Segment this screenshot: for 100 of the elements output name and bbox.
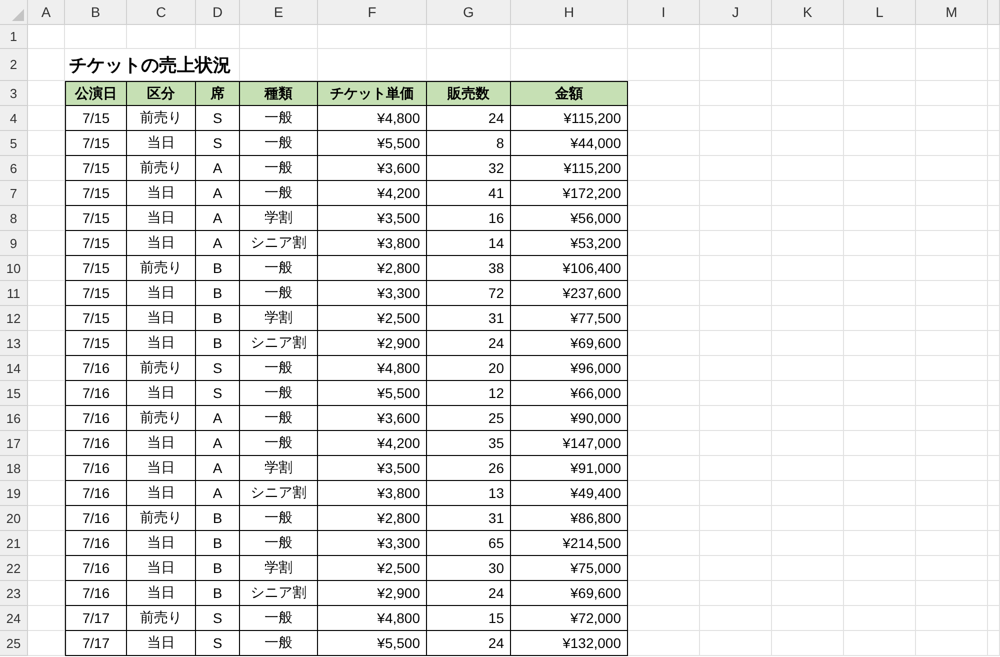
column-header[interactable]: H: [511, 0, 628, 25]
empty-cell[interactable]: [772, 281, 844, 306]
empty-cell[interactable]: [772, 256, 844, 281]
empty-cell[interactable]: [772, 556, 844, 581]
empty-cell[interactable]: [916, 556, 988, 581]
empty-cell[interactable]: [628, 481, 700, 506]
empty-cell[interactable]: [700, 406, 772, 431]
empty-cell[interactable]: [700, 25, 772, 49]
empty-cell[interactable]: [988, 381, 1000, 406]
empty-cell[interactable]: [844, 356, 916, 381]
row-header[interactable]: 3: [0, 81, 28, 106]
empty-cell[interactable]: [628, 231, 700, 256]
empty-cell[interactable]: [700, 506, 772, 531]
empty-cell[interactable]: [318, 25, 427, 49]
empty-cell[interactable]: [844, 131, 916, 156]
empty-cell[interactable]: [916, 81, 988, 106]
empty-cell[interactable]: [628, 406, 700, 431]
empty-cell[interactable]: [628, 156, 700, 181]
empty-cell[interactable]: [916, 381, 988, 406]
empty-cell[interactable]: [628, 256, 700, 281]
empty-cell[interactable]: [772, 306, 844, 331]
row-header[interactable]: 1: [0, 25, 28, 49]
empty-cell[interactable]: [916, 581, 988, 606]
empty-cell[interactable]: [916, 206, 988, 231]
empty-cell[interactable]: [700, 256, 772, 281]
empty-cell[interactable]: [844, 106, 916, 131]
empty-cell[interactable]: [916, 481, 988, 506]
empty-cell[interactable]: [916, 431, 988, 456]
empty-cell[interactable]: [844, 306, 916, 331]
empty-cell[interactable]: [628, 531, 700, 556]
empty-cell[interactable]: [916, 456, 988, 481]
empty-cell[interactable]: [916, 631, 988, 656]
empty-cell[interactable]: [916, 181, 988, 206]
column-header[interactable]: C: [127, 0, 196, 25]
empty-cell[interactable]: [772, 131, 844, 156]
empty-cell[interactable]: [772, 631, 844, 656]
empty-cell[interactable]: [916, 406, 988, 431]
empty-cell[interactable]: [65, 25, 127, 49]
empty-cell[interactable]: [700, 606, 772, 631]
empty-cell[interactable]: [772, 381, 844, 406]
empty-cell[interactable]: [628, 49, 700, 81]
empty-cell[interactable]: [988, 256, 1000, 281]
empty-cell[interactable]: [772, 406, 844, 431]
empty-cell[interactable]: [700, 481, 772, 506]
empty-cell[interactable]: [916, 256, 988, 281]
empty-cell[interactable]: [844, 481, 916, 506]
empty-cell[interactable]: [628, 631, 700, 656]
empty-cell[interactable]: [700, 231, 772, 256]
column-header[interactable]: K: [772, 0, 844, 25]
empty-cell[interactable]: [772, 506, 844, 531]
empty-cell[interactable]: [988, 106, 1000, 131]
empty-cell[interactable]: [700, 556, 772, 581]
empty-cell[interactable]: [844, 25, 916, 49]
column-header[interactable]: J: [700, 0, 772, 25]
row-header[interactable]: 5: [0, 131, 28, 156]
empty-cell[interactable]: [628, 306, 700, 331]
empty-cell[interactable]: [916, 331, 988, 356]
column-header[interactable]: B: [65, 0, 127, 25]
empty-cell[interactable]: [700, 181, 772, 206]
empty-cell[interactable]: [772, 206, 844, 231]
column-header[interactable]: L: [844, 0, 916, 25]
empty-cell[interactable]: [772, 81, 844, 106]
empty-cell[interactable]: [700, 356, 772, 381]
empty-cell[interactable]: [916, 231, 988, 256]
empty-cell[interactable]: [628, 456, 700, 481]
empty-cell[interactable]: [628, 506, 700, 531]
empty-cell[interactable]: [700, 281, 772, 306]
empty-cell[interactable]: [700, 156, 772, 181]
row-header[interactable]: 7: [0, 181, 28, 206]
empty-cell[interactable]: [916, 106, 988, 131]
select-all-icon[interactable]: [12, 9, 24, 21]
row-header[interactable]: 21: [0, 531, 28, 556]
empty-cell[interactable]: [844, 431, 916, 456]
empty-cell[interactable]: [772, 156, 844, 181]
row-header[interactable]: 16: [0, 406, 28, 431]
row-header[interactable]: 24: [0, 606, 28, 631]
row-header[interactable]: 15: [0, 381, 28, 406]
empty-cell[interactable]: [511, 25, 628, 49]
empty-cell[interactable]: [772, 531, 844, 556]
empty-cell[interactable]: [700, 331, 772, 356]
empty-cell[interactable]: [700, 431, 772, 456]
empty-cell[interactable]: [988, 49, 1000, 81]
empty-cell[interactable]: [844, 331, 916, 356]
empty-cell[interactable]: [628, 356, 700, 381]
empty-cell[interactable]: [628, 556, 700, 581]
empty-cell[interactable]: [988, 631, 1000, 656]
empty-cell[interactable]: [916, 506, 988, 531]
column-header[interactable]: F: [318, 0, 427, 25]
empty-cell[interactable]: [700, 206, 772, 231]
column-header[interactable]: A: [28, 0, 65, 25]
row-header[interactable]: 20: [0, 506, 28, 531]
row-header[interactable]: 13: [0, 331, 28, 356]
empty-cell[interactable]: [700, 581, 772, 606]
empty-cell[interactable]: [628, 106, 700, 131]
empty-cell[interactable]: [700, 81, 772, 106]
empty-cell[interactable]: [988, 606, 1000, 631]
empty-cell[interactable]: [628, 606, 700, 631]
empty-cell[interactable]: [988, 231, 1000, 256]
column-header[interactable]: G: [427, 0, 511, 25]
empty-cell[interactable]: [988, 306, 1000, 331]
